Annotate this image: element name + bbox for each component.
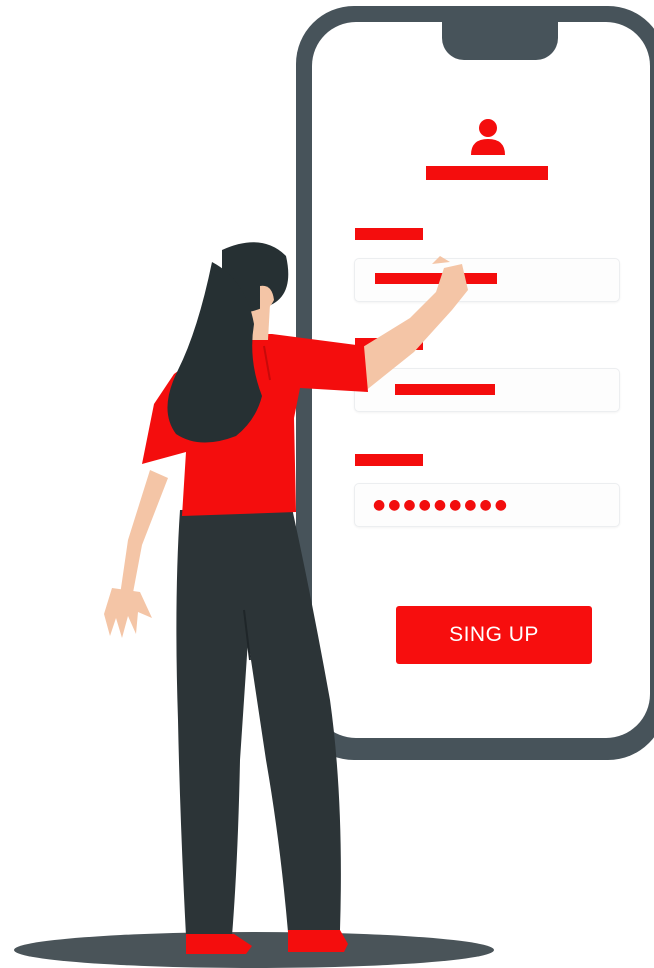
woman-legs [176,508,341,936]
woman-right-arm [358,256,468,392]
woman-left-arm [104,470,168,638]
woman-figure [104,242,468,954]
illustration-scene: ●●●●●●●●● SING UP [0,0,654,968]
